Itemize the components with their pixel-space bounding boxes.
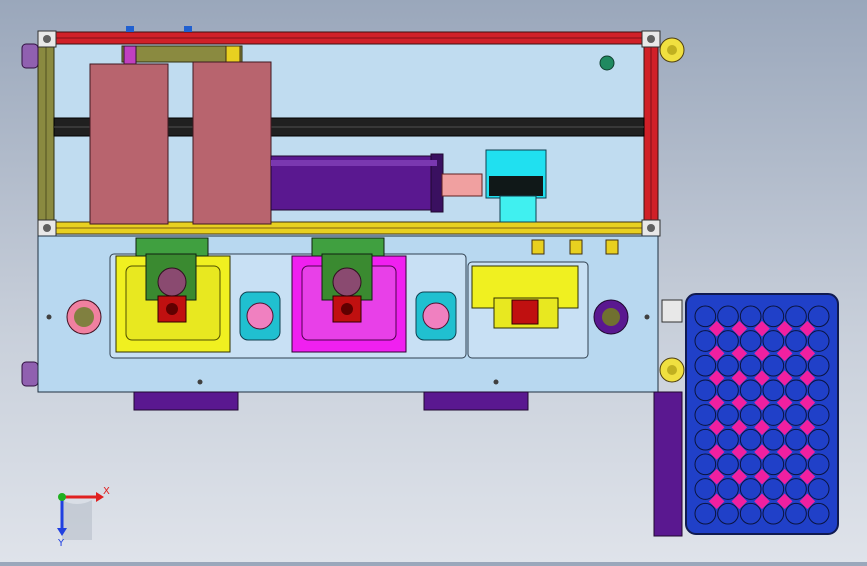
tray-pocket: [807, 428, 830, 451]
tray-pocket: [717, 404, 739, 426]
tray-pocket: [762, 379, 785, 402]
tray-pocket: [694, 478, 717, 500]
z-axis-dot: [58, 493, 66, 501]
tray-pocket: [717, 428, 739, 451]
tray-pocket: [694, 354, 717, 377]
base-plate-assembly: [37, 235, 685, 411]
tray-pocket: [785, 305, 807, 328]
tray-pocket: [807, 502, 830, 525]
tray-pocket: [807, 453, 830, 476]
tray-pocket: [717, 453, 739, 476]
tray-pocket: [785, 330, 807, 352]
tray-pocket: [785, 404, 807, 426]
tray-pocket: [694, 330, 717, 352]
axis-triad: X Y: [57, 486, 110, 549]
tray-pocket: [694, 305, 717, 328]
tray-pocket: [739, 404, 762, 426]
tray-pocket: [717, 354, 739, 377]
tray-pocket: [739, 428, 762, 451]
tray-pocket: [694, 428, 717, 451]
tray-pocket: [694, 453, 717, 476]
tray-pocket: [694, 379, 717, 402]
assembly-drawing[interactable]: X Y: [0, 0, 867, 562]
tray-pocket: [785, 354, 807, 377]
tray-pocket: [762, 478, 785, 500]
tray-pocket: [694, 502, 717, 525]
tray-pocket: [694, 404, 717, 426]
tray-pocket: [807, 404, 830, 426]
tray-pocket: [785, 478, 807, 500]
tray-pocket: [785, 379, 807, 402]
tray-pocket: [739, 330, 762, 352]
tray-pocket: [785, 453, 807, 476]
parts-tray-assembly: [653, 293, 839, 537]
tray-pocket: [762, 502, 785, 525]
tray-pocket: [785, 428, 807, 451]
tray-pocket: [807, 354, 830, 377]
tray-pocket: [762, 428, 785, 451]
tray-pocket: [717, 330, 739, 352]
tray-pocket: [762, 354, 785, 377]
tray-pocket: [739, 478, 762, 500]
tray-pocket: [739, 502, 762, 525]
tray-pocket: [739, 305, 762, 328]
tray-pocket: [739, 354, 762, 377]
tray-pocket: [762, 330, 785, 352]
tray-pocket: [717, 379, 739, 402]
y-axis-label: Y: [57, 538, 65, 549]
tray-pocket: [739, 453, 762, 476]
tray-pocket: [807, 478, 830, 500]
tray-pocket: [762, 404, 785, 426]
tray-pocket: [717, 502, 739, 525]
tray-pocket: [717, 478, 739, 500]
tray-pocket: [785, 502, 807, 525]
tray-pocket: [762, 453, 785, 476]
x-axis-label: X: [103, 486, 110, 497]
tray-pocket: [762, 305, 785, 328]
tray-pocket: [717, 305, 739, 328]
tray-pocket: [739, 379, 762, 402]
tray-pocket: [807, 330, 830, 352]
tray-pocket: [807, 305, 830, 328]
tray-pocket: [807, 379, 830, 402]
cad-viewport[interactable]: X Y: [0, 0, 867, 562]
